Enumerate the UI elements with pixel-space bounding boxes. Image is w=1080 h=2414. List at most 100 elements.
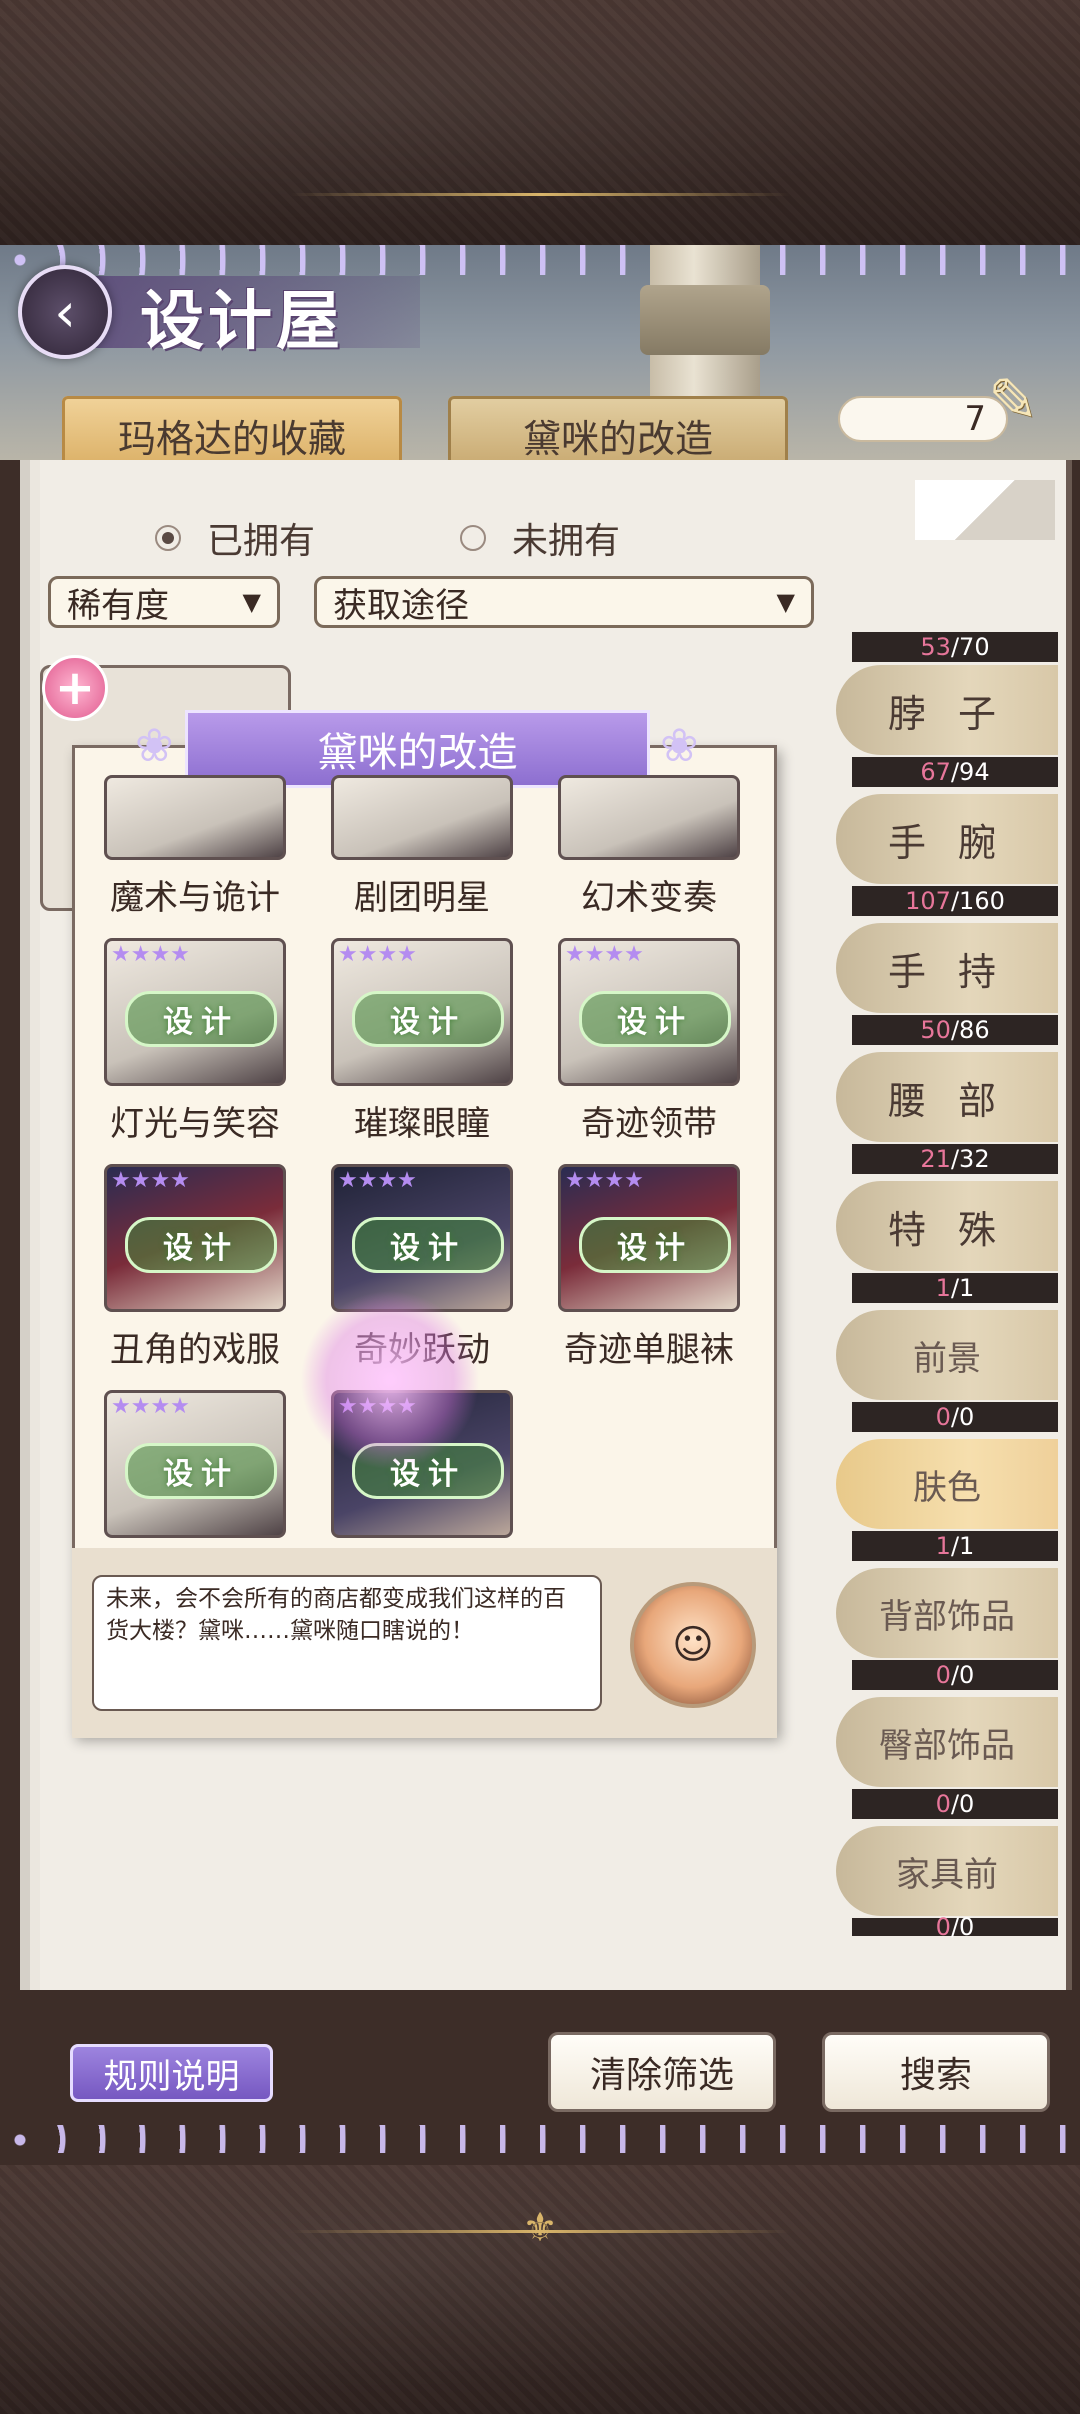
- rarity-stars: ★★★★: [111, 942, 190, 967]
- item-thumbnail[interactable]: [558, 775, 740, 860]
- category-label: 前景: [836, 1310, 1058, 1400]
- category-label: 家具前: [836, 1826, 1058, 1916]
- source-select-value: 获取途径: [333, 585, 469, 626]
- item-name: 奇迹单腿袜: [564, 1330, 734, 1370]
- radio-not-owned[interactable]: 未拥有: [460, 512, 620, 564]
- category-count: 21/32: [852, 1144, 1058, 1174]
- category-label: 肤色: [836, 1439, 1058, 1529]
- item-name: 璀璨眼瞳: [354, 1104, 490, 1144]
- radio-not-owned-label: 未拥有: [512, 521, 621, 562]
- item-card[interactable]: ★★★★ 设计 璀璨眼瞳: [331, 938, 513, 1145]
- item-thumbnail[interactable]: ★★★★ 设计: [104, 1164, 286, 1312]
- category-count: 107/160: [852, 886, 1058, 916]
- vine-decoration-bottom: [0, 2125, 1080, 2153]
- source-select[interactable]: 获取途径 ▼: [314, 576, 814, 628]
- category-back-accessory[interactable]: 背部饰品 0/0: [836, 1568, 1058, 1696]
- item-name: 丑角的戏服: [110, 1330, 280, 1370]
- item-card[interactable]: 剧团明星: [331, 775, 513, 919]
- rarity-stars: ★★★★: [338, 1168, 417, 1193]
- radio-owned-label: 已拥有: [207, 521, 316, 562]
- category-label: 手 持: [836, 923, 1058, 1013]
- design-button[interactable]: 设计: [579, 1217, 731, 1273]
- rules-button[interactable]: 规则说明: [70, 2044, 273, 2102]
- speech-bubble: 未来，会不会所有的商店都变成我们这样的百货大楼？黛咪……黛咪随口瞎说的！: [92, 1575, 602, 1711]
- counter-value: 7: [964, 399, 986, 439]
- chevron-left-icon: ‹: [54, 280, 76, 344]
- clear-filter-button[interactable]: 清除筛选: [548, 2032, 776, 2112]
- item-name: 奇迹领带: [581, 1104, 717, 1144]
- item-thumbnail[interactable]: ★★★★ 设计: [331, 1164, 513, 1312]
- rose-glow-effect: [300, 1290, 480, 1470]
- item-thumbnail[interactable]: ★★★★ 设计: [104, 938, 286, 1086]
- item-card[interactable]: ★★★★ 设计 奇迹领带: [558, 938, 740, 1145]
- category-special[interactable]: 特 殊 1/1: [836, 1181, 1058, 1309]
- top-leather-band: [0, 0, 1080, 245]
- category-count: 0/0: [852, 1913, 1058, 1941]
- category-label: 手 腕: [836, 794, 1058, 884]
- item-thumbnail[interactable]: ★★★★ 设计: [331, 938, 513, 1086]
- quill-scroll-icon[interactable]: ✎: [988, 366, 1068, 446]
- category-item[interactable]: 53/70: [836, 620, 1058, 662]
- item-name: 灯光与笑容: [110, 1104, 280, 1144]
- item-thumbnail[interactable]: ★★★★ 设计: [558, 1164, 740, 1312]
- category-neck[interactable]: 脖 子 67/94: [836, 665, 1058, 793]
- bottom-leather-band: [0, 2165, 1080, 2414]
- category-count: 1/1: [852, 1273, 1058, 1303]
- back-button[interactable]: ‹: [18, 265, 112, 359]
- category-handheld[interactable]: 手 持 50/86: [836, 923, 1058, 1051]
- design-counter: 7: [838, 396, 1008, 442]
- item-name: 剧团明星: [354, 878, 490, 918]
- item-thumbnail[interactable]: [104, 775, 286, 860]
- category-count: 53/70: [852, 632, 1058, 662]
- item-name: 魔术与诡计: [110, 878, 280, 918]
- gold-ornament-top: [290, 193, 790, 196]
- radio-owned-dot[interactable]: [155, 525, 181, 551]
- item-name: 幻术变奏: [581, 878, 717, 918]
- design-button[interactable]: 设计: [352, 991, 504, 1047]
- category-count: 0/0: [852, 1402, 1058, 1432]
- item-card[interactable]: ★★★★ 设计 奇迹单腿袜: [558, 1164, 740, 1371]
- category-count: 0/0: [852, 1660, 1058, 1690]
- category-label: 背部饰品: [836, 1568, 1058, 1658]
- item-card[interactable]: ★★★★ 设计 丑角的戏服: [104, 1164, 286, 1371]
- category-count: 50/86: [852, 1015, 1058, 1045]
- design-button[interactable]: 设计: [125, 991, 277, 1047]
- category-furniture-front[interactable]: 家具前 0/0: [836, 1826, 1058, 1941]
- rarity-select[interactable]: 稀有度 ▼: [48, 576, 280, 628]
- category-count: 1/1: [852, 1531, 1058, 1561]
- character-portrait-avatar: ☺: [630, 1582, 756, 1708]
- page-title: 设计屋: [140, 285, 344, 359]
- category-hip-accessory[interactable]: 臀部饰品 0/0: [836, 1697, 1058, 1825]
- item-thumbnail[interactable]: ★★★★ 设计: [558, 938, 740, 1086]
- design-button[interactable]: 设计: [352, 1217, 504, 1273]
- plus-icon[interactable]: +: [42, 655, 108, 721]
- category-wrist[interactable]: 手 腕 107/160: [836, 794, 1058, 922]
- design-button[interactable]: 设计: [125, 1443, 277, 1499]
- rarity-stars: ★★★★: [565, 942, 644, 967]
- design-button[interactable]: 设计: [125, 1217, 277, 1273]
- item-card[interactable]: ★★★★ 设计 灯光与笑容: [104, 938, 286, 1145]
- caret-down-icon: ▼: [776, 588, 795, 616]
- category-waist[interactable]: 腰 部 21/32: [836, 1052, 1058, 1180]
- category-foreground[interactable]: 前景 0/0: [836, 1310, 1058, 1438]
- rarity-stars: ★★★★: [111, 1168, 190, 1193]
- item-card[interactable]: 魔术与诡计: [104, 775, 286, 919]
- design-button[interactable]: 设计: [579, 991, 731, 1047]
- search-button[interactable]: 搜索: [822, 2032, 1050, 2112]
- category-count: 67/94: [852, 757, 1058, 787]
- category-skin-tone[interactable]: 肤色 1/1: [836, 1439, 1058, 1567]
- category-label: 臀部饰品: [836, 1697, 1058, 1787]
- item-thumbnail[interactable]: [331, 775, 513, 860]
- item-card[interactable]: 幻术变奏: [558, 775, 740, 919]
- flower-ornament-icon: ❀: [660, 718, 699, 772]
- radio-not-owned-dot[interactable]: [460, 525, 486, 551]
- rarity-stars: ★★★★: [111, 1394, 190, 1419]
- rarity-select-value: 稀有度: [67, 585, 169, 626]
- category-label: 脖 子: [836, 665, 1058, 755]
- item-card[interactable]: ★★★★ 设计: [104, 1390, 286, 1538]
- radio-owned[interactable]: 已拥有: [155, 512, 315, 564]
- category-label: 腰 部: [836, 1052, 1058, 1142]
- rarity-stars: ★★★★: [565, 1168, 644, 1193]
- caret-down-icon: ▼: [242, 588, 261, 616]
- item-thumbnail[interactable]: ★★★★ 设计: [104, 1390, 286, 1538]
